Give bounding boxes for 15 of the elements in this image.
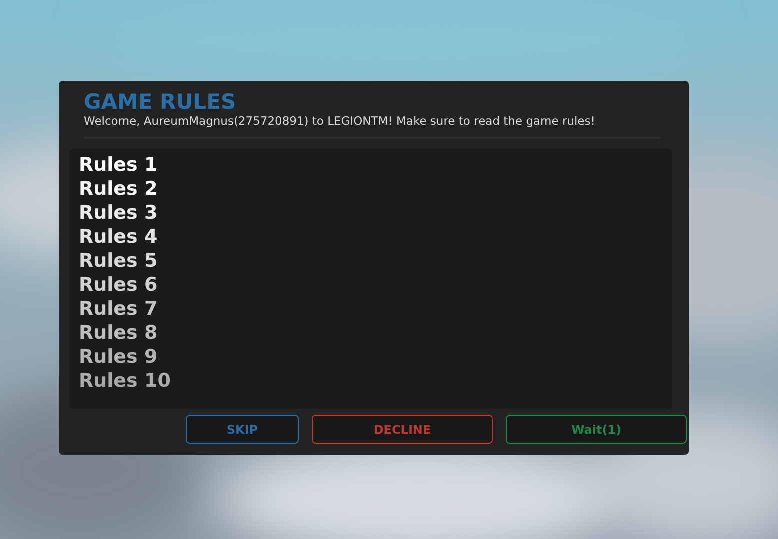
welcome-text: Welcome, AureumMagnus(275720891) to LEGIONTM! Make sure to read the game rules! — [84, 114, 596, 128]
action-button[interactable]: SKIP — [186, 415, 299, 444]
rule-item: Rules 8 — [79, 321, 159, 345]
action-button[interactable]: DECLINE — [312, 415, 493, 444]
rule-item: Rules 3 — [79, 201, 159, 225]
action-button[interactable]: Wait(1) — [506, 415, 687, 444]
dialog-title: GAME RULES — [84, 90, 238, 114]
rule-item: Rules 2 — [79, 177, 159, 201]
rule-item: Rules 5 — [79, 249, 159, 273]
rule-item: Rules 9 — [79, 345, 159, 369]
rule-item: Rules 4 — [79, 225, 159, 249]
rule-item: Rules 7 — [79, 297, 159, 321]
rule-item: Rules 6 — [79, 273, 159, 297]
rule-item: Rules 10 — [79, 369, 172, 393]
rule-item: Rules 1 — [79, 153, 159, 177]
